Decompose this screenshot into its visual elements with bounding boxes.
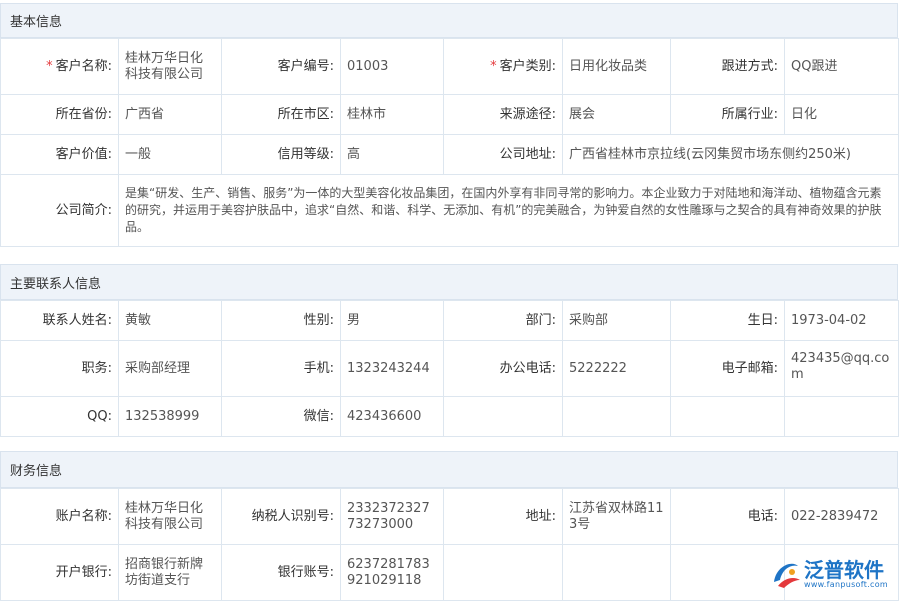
city-label: 所在市区: [222,95,341,135]
finance-address-label: 地址: [444,489,563,545]
wechat-label: 微信: [222,397,341,437]
source-value: 展会 [563,95,671,135]
mobile-label: 手机: [222,341,341,397]
province-label: 所在省份: [1,95,119,135]
taxpayer-value: 233237232773273000 [341,489,444,545]
value-label: 客户价值: [1,135,119,175]
account-name-value: 桂林万华日化科技有限公司 [119,489,222,545]
bank-label: 开户银行: [1,545,119,601]
value-value: 一般 [119,135,222,175]
section-title-contact: 主要联系人信息 [10,273,101,292]
position-label: 职务: [1,341,119,397]
industry-value: 日化 [785,95,899,135]
account-name-label: 账户名称: [1,489,119,545]
bank-account-label: 银行账号: [222,545,341,601]
finance-info-table: 账户名称: 桂林万华日化科技有限公司 纳税人识别号: 2332372327732… [0,488,899,601]
industry-label: 所属行业: [671,95,785,135]
customer-name-label: *客户名称: [1,39,119,95]
qq-value: 132538999 [119,397,222,437]
empty-cell [671,397,785,437]
dept-label: 部门: [444,301,563,341]
fanpu-logo: 泛普软件 www.fanpusoft.com [770,552,892,596]
intro-value: 是集“研发、生产、销售、服务”为一体的大型美容化妆品集团，在国内外享有非同寻常的… [119,175,899,247]
section-title-basic: 基本信息 [10,11,62,30]
contact-name-value: 黄敏 [119,301,222,341]
province-value: 广西省 [119,95,222,135]
address-value: 广西省桂林市京拉线(云冈集贸市场东侧约250米) [563,135,899,175]
qq-label: QQ: [1,397,119,437]
email-label: 电子邮箱: [671,341,785,397]
section-header-basic: 基本信息 [0,3,898,38]
follow-label: 跟进方式: [671,39,785,95]
bank-value: 招商银行新牌坊街道支行 [119,545,222,601]
finance-phone-value: 022-2839472 [785,489,899,545]
address-label: 公司地址: [444,135,563,175]
empty-cell [563,397,671,437]
empty-cell [785,397,899,437]
logo-url: www.fanpusoft.com [804,580,888,589]
section-header-contact: 主要联系人信息 [0,264,898,300]
credit-value: 高 [341,135,444,175]
fanpu-logo-icon [770,556,802,590]
position-value: 采购部经理 [119,341,222,397]
customer-name-value: 桂林万华日化科技有限公司 [119,39,222,95]
city-value: 桂林市 [341,95,444,135]
source-label: 来源途径: [444,95,563,135]
office-phone-value: 5222222 [563,341,671,397]
required-mark: * [490,59,497,74]
wechat-value: 423436600 [341,397,444,437]
basic-info-table: *客户名称: 桂林万华日化科技有限公司 客户编号: 01003 *客户类别: 日… [0,38,899,247]
contact-name-label: 联系人姓名: [1,301,119,341]
bank-account-value: 6237281783921029118 [341,545,444,601]
customer-no-label: 客户编号: [222,39,341,95]
taxpayer-label: 纳税人识别号: [222,489,341,545]
follow-value: QQ跟进 [785,39,899,95]
required-mark: * [46,59,53,74]
section-title-finance: 财务信息 [10,460,62,479]
credit-label: 信用等级: [222,135,341,175]
contact-info-table: 联系人姓名: 黄敏 性别: 男 部门: 采购部 生日: 1973-04-02 职… [0,300,899,437]
mobile-value: 1323243244 [341,341,444,397]
birthday-value: 1973-04-02 [785,301,899,341]
birthday-label: 生日: [671,301,785,341]
empty-cell [444,397,563,437]
intro-label: 公司简介: [1,175,119,247]
customer-type-value: 日用化妆品类 [563,39,671,95]
gender-value: 男 [341,301,444,341]
email-value: 423435@qq.com [785,341,899,397]
finance-phone-label: 电话: [671,489,785,545]
dept-value: 采购部 [563,301,671,341]
empty-cell [671,545,785,601]
section-header-finance: 财务信息 [0,451,898,488]
office-phone-label: 办公电话: [444,341,563,397]
empty-cell [444,545,563,601]
customer-no-value: 01003 [341,39,444,95]
empty-cell [563,545,671,601]
customer-type-label: *客户类别: [444,39,563,95]
logo-text: 泛普软件 [804,554,884,583]
gender-label: 性别: [222,301,341,341]
finance-address-value: 江苏省双林路113号 [563,489,671,545]
